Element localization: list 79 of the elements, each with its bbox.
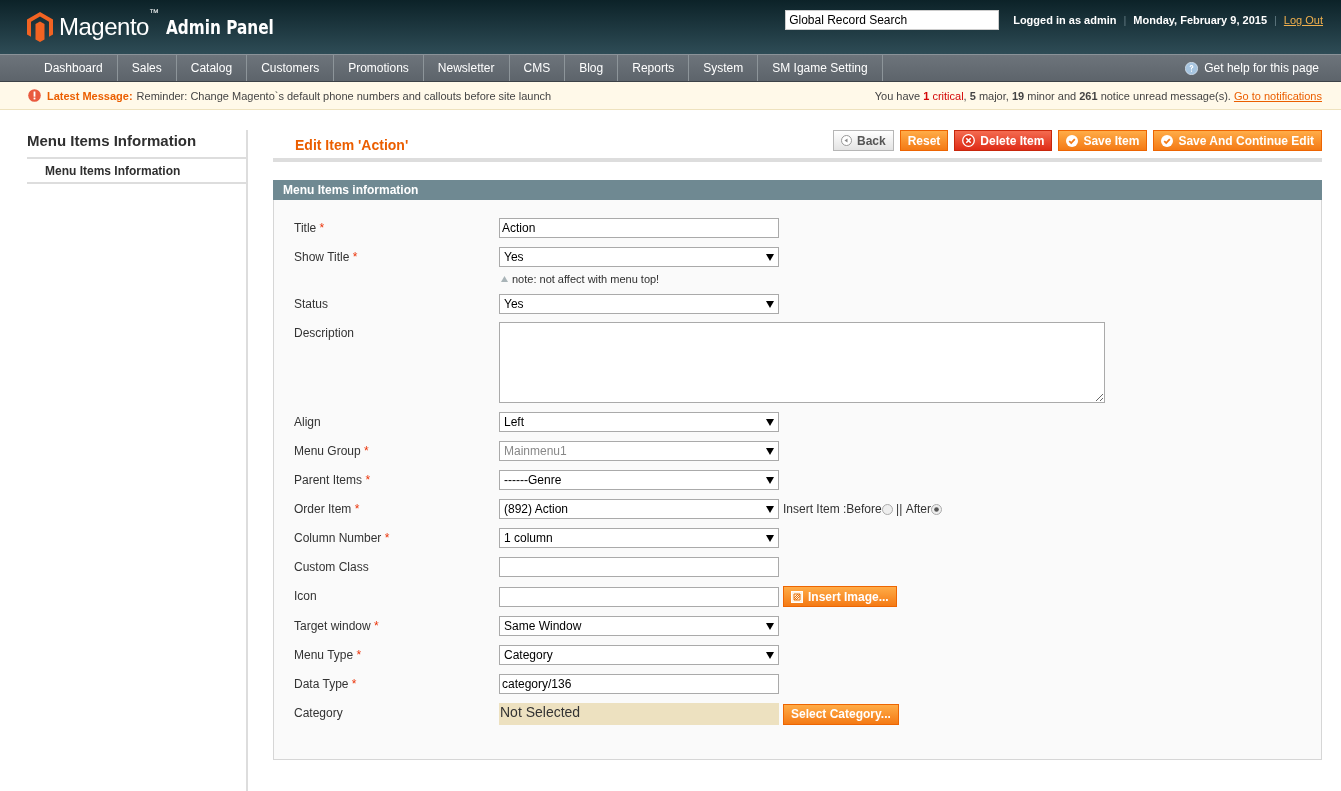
radio-label: Before [846,502,882,516]
field-label: Icon [294,588,318,605]
help-icon[interactable] [1185,61,1199,75]
alert-icon [28,89,41,102]
caret-icon [766,300,774,308]
description-textarea[interactable] [499,322,1105,403]
field-label: Order Item * [294,501,361,518]
nav-menu-item[interactable]: Newsletter [423,55,510,81]
field-label: Category [294,705,344,722]
close-icon [962,134,976,147]
field-label: Data Type * [294,676,358,693]
caret-icon [766,622,774,630]
radio-button[interactable] [881,503,893,515]
caret-icon [766,534,774,542]
check-icon [1161,134,1174,147]
text-field[interactable] [499,557,779,577]
field-label: Custom Class [294,559,370,576]
radio-button[interactable] [930,503,942,515]
caret-icon [766,447,774,455]
separator-text: || [895,502,904,516]
latest-message-text: Latest Message: Reminder: Change Magento`s default phone numbers and callouts before site launch [46,89,552,102]
text-field[interactable]: category/136 [499,674,779,694]
insert-item-label: Insert Item : [783,502,847,516]
nav-menu-item[interactable]: Catalog [176,55,248,81]
page-title: Edit Item 'Action' [295,135,410,153]
user-info-text: Logged in as admin [1013,14,1117,26]
caret-icon [766,476,774,484]
field-label: Target window * [294,618,380,635]
select-field[interactable]: (892) Action [499,499,779,519]
separator-text: | [1274,14,1277,26]
nav-menu-item[interactable]: Promotions [334,55,424,81]
field-note: note: not affect with menu top! [512,273,660,285]
global-search-field[interactable]: Global Record Search [785,10,1000,30]
nav-menu-item[interactable]: CMS [509,55,566,81]
field-label: Status [294,296,330,313]
delete-button[interactable]: Delete Item [954,130,1053,151]
field-label: Column Number * [294,530,391,547]
separator-text: | [1123,14,1127,26]
nav-menu-item[interactable]: Customers [247,55,335,81]
select-field[interactable]: Category [499,645,779,665]
section-header: Menu Items information [273,180,1322,200]
help-link[interactable]: Get help for this page [1204,61,1319,75]
logout-link[interactable]: Log Out [1283,14,1323,26]
nav-menu-item[interactable]: Dashboard [30,55,118,81]
product-name: Admin Panel [166,15,275,39]
field-label: Menu Group * [294,443,370,460]
image-icon [791,590,803,603]
notifications-link[interactable]: Go to notifications [1233,89,1322,102]
field-label: Title * [294,220,326,237]
note-triangle-icon [501,276,508,282]
unread-messages-text: You have 1 critical, 5 major, 19 minor and 261 notice unread message(s). Go to notifications [874,89,1322,102]
caret-icon [766,505,774,513]
radio-label: After [905,502,931,516]
nav-menu-item[interactable]: SM Igame Setting [758,55,883,81]
field-label: Align [294,414,322,431]
select-field[interactable]: Yes [499,247,779,267]
back-button[interactable]: Back [833,130,894,151]
text-field[interactable] [499,586,779,607]
select-field[interactable]: Left [499,412,779,432]
check-icon [1066,134,1079,147]
select-field[interactable]: 1 column [499,528,779,548]
nav-menu-item[interactable]: Reports [618,55,690,81]
field-label: Show Title * [294,249,359,266]
field-label: Parent Items * [294,472,372,489]
nav-menu-item[interactable]: Blog [565,55,619,81]
category-value-text: Not Selected [499,703,779,725]
nav-menu-item[interactable]: Sales [117,55,177,81]
text-field[interactable]: Action [499,218,779,238]
caret-icon [766,418,774,426]
field-label: Description [294,325,356,342]
nav-menu-item[interactable]: System [689,55,759,81]
select-field[interactable]: Yes [499,294,779,314]
caret-icon [766,651,774,659]
user-info-text: Monday, February 9, 2015 [1133,14,1267,26]
field-label: Menu Type * [294,647,363,664]
select-field[interactable]: Same Window [499,616,779,636]
logo-icon [27,12,53,42]
select-field[interactable]: ------Genre [499,470,779,490]
caret-icon [766,253,774,261]
